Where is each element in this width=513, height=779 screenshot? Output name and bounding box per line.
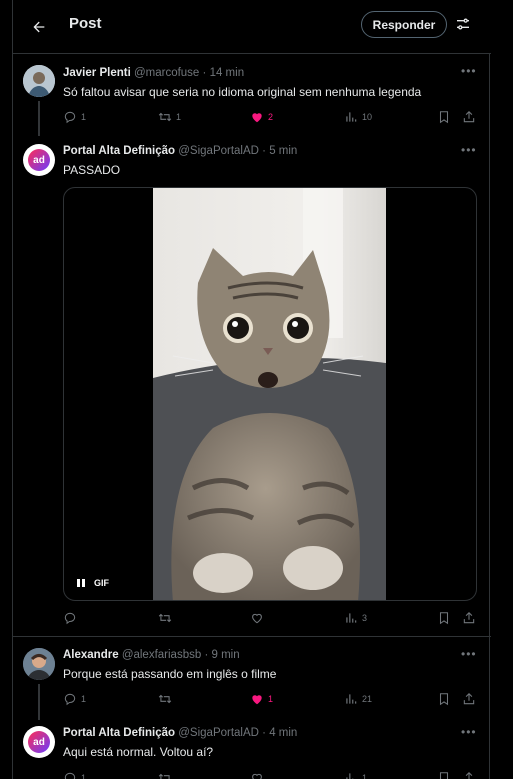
author-line: Alexandre @alexfariasbsb · 9 min: [63, 649, 240, 661]
heart-icon: [252, 613, 262, 624]
gif-controls: GIF: [76, 578, 109, 588]
author-name[interactable]: Portal Alta Definição: [63, 727, 175, 739]
like-action[interactable]: [250, 771, 264, 779]
author-name[interactable]: Alexandre: [63, 649, 119, 661]
author-line: Javier Plenti @marcofuse · 14 min: [63, 67, 244, 79]
retweet-icon: [158, 112, 172, 122]
retweet-action[interactable]: [158, 611, 172, 625]
more-icon[interactable]: •••: [461, 64, 477, 78]
bookmark-action[interactable]: [437, 692, 451, 706]
share-icon: [463, 693, 475, 705]
retweet-action[interactable]: [158, 771, 172, 779]
share-icon: [465, 772, 473, 779]
share-action[interactable]: [462, 771, 476, 779]
header-bar: Post Responder: [13, 0, 491, 54]
avatar[interactable]: [23, 648, 55, 680]
reply-action[interactable]: 1: [63, 771, 86, 779]
retweet-action[interactable]: [158, 692, 172, 706]
avatar[interactable]: ad: [23, 726, 55, 758]
views-icon: [346, 112, 357, 122]
views-icon: [346, 694, 357, 704]
like-action[interactable]: 1: [250, 692, 273, 706]
tweet-text: Só faltou avisar que seria no idioma ori…: [63, 85, 422, 99]
tweet-text: Porque está passando em inglês o filme: [63, 667, 277, 681]
arrow-left-icon: [33, 21, 45, 33]
retweet-icon: [158, 613, 172, 623]
portal-logo: ad: [28, 149, 50, 171]
like-action[interactable]: [250, 611, 264, 625]
views-action[interactable]: 3: [344, 611, 367, 625]
reply-button[interactable]: Responder: [361, 11, 447, 38]
author-name[interactable]: Javier Plenti: [63, 67, 131, 79]
views-icon: [346, 613, 357, 623]
author-line: Portal Alta Definição @SigaPortalAD · 5 …: [63, 145, 297, 157]
reply-action[interactable]: 1: [63, 692, 86, 706]
reply-action[interactable]: 1: [63, 110, 86, 124]
timestamp[interactable]: · 9 min: [204, 649, 239, 661]
reply-icon: [64, 111, 76, 124]
divider: [13, 636, 491, 637]
more-icon[interactable]: •••: [461, 647, 477, 661]
author-handle[interactable]: @marcofuse: [134, 67, 199, 79]
reply-action[interactable]: [63, 611, 77, 625]
action-bar: 1 1: [63, 771, 477, 779]
tweet-text: Aqui está normal. Voltou aí?: [63, 745, 214, 759]
more-icon[interactable]: •••: [461, 143, 477, 157]
author-handle[interactable]: @SigaPortalAD: [178, 727, 259, 739]
heart-filled-icon: [252, 695, 262, 705]
retweet-action[interactable]: 1: [158, 110, 181, 124]
share-action[interactable]: [462, 611, 476, 625]
timestamp[interactable]: · 14 min: [203, 67, 245, 79]
bookmark-icon: [439, 111, 449, 124]
reply-icon: [64, 693, 76, 706]
views-action[interactable]: 21: [344, 692, 372, 706]
author-name[interactable]: Portal Alta Definição: [63, 145, 175, 157]
share-icon: [463, 612, 475, 624]
bookmark-icon: [439, 612, 449, 625]
author-line: Portal Alta Definição @SigaPortalAD · 4 …: [63, 727, 297, 739]
action-bar: 1 1 2 10: [63, 110, 477, 126]
bookmark-action[interactable]: [437, 110, 451, 124]
gif-media[interactable]: GIF: [63, 187, 477, 601]
back-button[interactable]: [21, 9, 57, 45]
tweet-text: PASSADO: [63, 163, 121, 177]
action-bar: 3: [63, 611, 477, 627]
portal-logo: ad: [28, 731, 50, 753]
share-icon: [463, 111, 475, 123]
share-action[interactable]: [462, 692, 476, 706]
thread-line: [38, 101, 40, 136]
author-handle[interactable]: @alexfariasbsb: [122, 649, 201, 661]
adjust-icon[interactable]: [451, 12, 475, 36]
timeline-column: Post Responder Javier Plenti @marcofuse …: [12, 0, 491, 779]
reply-icon: [64, 772, 76, 779]
timestamp[interactable]: · 5 min: [262, 145, 297, 157]
bookmark-icon: [439, 693, 449, 706]
thread-line: [38, 684, 40, 720]
views-action[interactable]: 1: [344, 771, 367, 779]
bookmark-icon: [439, 772, 449, 779]
timestamp[interactable]: · 4 min: [262, 727, 297, 739]
avatar[interactable]: ad: [23, 144, 55, 176]
retweet-icon: [158, 694, 172, 704]
bookmark-action[interactable]: [437, 771, 451, 779]
more-icon[interactable]: •••: [461, 725, 477, 739]
like-action[interactable]: 2: [250, 110, 273, 124]
views-action[interactable]: 10: [344, 110, 372, 124]
bookmark-action[interactable]: [437, 611, 451, 625]
author-handle[interactable]: @SigaPortalAD: [178, 145, 259, 157]
page-title: Post: [69, 15, 102, 32]
reply-icon: [64, 612, 76, 625]
heart-filled-icon: [252, 113, 262, 123]
pause-icon[interactable]: [76, 578, 86, 588]
cat-gif-image: [153, 188, 386, 600]
share-action[interactable]: [462, 110, 476, 124]
views-icon: [346, 773, 354, 779]
gif-badge: GIF: [94, 578, 109, 588]
action-bar: 1 1 21: [63, 692, 477, 708]
retweet-icon: [158, 773, 170, 779]
avatar[interactable]: [23, 65, 55, 97]
heart-icon: [252, 773, 262, 779]
